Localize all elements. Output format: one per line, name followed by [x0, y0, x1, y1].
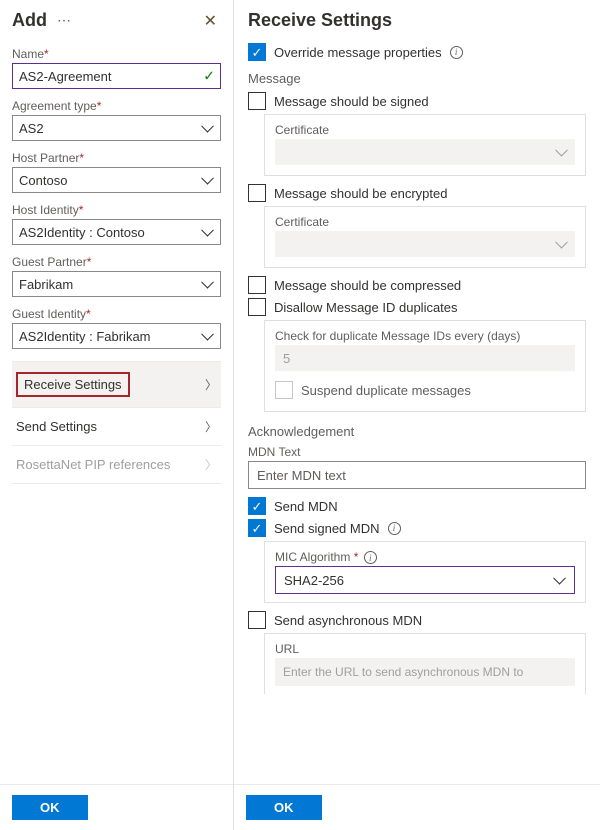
signed-cert-label: Certificate — [275, 123, 575, 137]
ack-section-label: Acknowledgement — [248, 424, 586, 439]
host-identity-label: Host Identity* — [12, 203, 221, 217]
host-identity-select[interactable]: AS2Identity : Contoso — [12, 219, 221, 245]
add-ok-button[interactable]: OK — [12, 795, 88, 820]
info-icon[interactable] — [450, 46, 463, 59]
encrypted-cert-select — [275, 231, 575, 257]
signed-label: Message should be signed — [274, 94, 429, 109]
chevron-right-icon: 〉 — [205, 418, 217, 435]
nav-send-label: Send Settings — [16, 419, 97, 434]
receive-panel-title: Receive Settings — [248, 10, 392, 31]
nav-receive-settings[interactable]: Receive Settings 〉 — [12, 361, 221, 407]
name-input[interactable] — [12, 63, 221, 89]
receive-settings-panel: Receive Settings Override message proper… — [234, 0, 600, 830]
signed-checkbox[interactable] — [248, 92, 266, 110]
message-section-label: Message — [248, 71, 586, 86]
send-signed-mdn-row: Send signed MDN — [248, 519, 586, 537]
dup-box: Check for duplicate Message IDs every (d… — [264, 320, 586, 412]
guest-identity-select[interactable]: AS2Identity : Fabrikam — [12, 323, 221, 349]
compressed-checkbox[interactable] — [248, 276, 266, 294]
disallow-dup-checkbox[interactable] — [248, 298, 266, 316]
send-async-label: Send asynchronous MDN — [274, 613, 422, 628]
guest-identity-field: Guest Identity* AS2Identity : Fabrikam — [12, 307, 221, 349]
signed-row: Message should be signed — [248, 92, 586, 110]
send-async-checkbox[interactable] — [248, 611, 266, 629]
override-label: Override message properties — [274, 45, 442, 60]
more-icon[interactable]: ⋯ — [57, 12, 71, 29]
guest-partner-select[interactable]: Fabrikam — [12, 271, 221, 297]
receive-panel-header: Receive Settings — [234, 0, 600, 39]
add-panel-body: Name* ✓ Agreement type* AS2 Host Partner… — [0, 35, 233, 784]
override-row: Override message properties — [248, 43, 586, 61]
host-partner-field: Host Partner* Contoso — [12, 151, 221, 193]
url-input: Enter the URL to send asynchronous MDN t… — [275, 658, 575, 686]
guest-partner-label: Guest Partner* — [12, 255, 221, 269]
signed-cert-select — [275, 139, 575, 165]
agreement-type-select[interactable]: AS2 — [12, 115, 221, 141]
receive-panel-body: Override message properties Message Mess… — [234, 39, 600, 784]
suspend-label: Suspend duplicate messages — [301, 383, 471, 398]
settings-nav: Receive Settings 〉 Send Settings 〉 Roset… — [12, 361, 221, 484]
suspend-checkbox — [275, 381, 293, 399]
compressed-row: Message should be compressed — [248, 276, 586, 294]
host-partner-select[interactable]: Contoso — [12, 167, 221, 193]
encrypted-cert-box: Certificate — [264, 206, 586, 268]
name-label: Name* — [12, 47, 221, 61]
guest-identity-label: Guest Identity* — [12, 307, 221, 321]
override-checkbox[interactable] — [248, 43, 266, 61]
nav-rosettanet: RosettaNet PIP references 〉 — [12, 445, 221, 484]
send-mdn-checkbox[interactable] — [248, 497, 266, 515]
guest-partner-field: Guest Partner* Fabrikam — [12, 255, 221, 297]
suspend-row: Suspend duplicate messages — [275, 381, 575, 399]
nav-rosetta-label: RosettaNet PIP references — [16, 457, 170, 472]
chevron-right-icon: 〉 — [205, 456, 217, 473]
send-async-row: Send asynchronous MDN — [248, 611, 586, 629]
disallow-dup-row: Disallow Message ID duplicates — [248, 298, 586, 316]
mdn-text-input[interactable] — [248, 461, 586, 489]
encrypted-checkbox[interactable] — [248, 184, 266, 202]
url-box: URL Enter the URL to send asynchronous M… — [264, 633, 586, 694]
mdn-text-label: MDN Text — [248, 445, 586, 459]
encrypted-row: Message should be encrypted — [248, 184, 586, 202]
encrypted-label: Message should be encrypted — [274, 186, 447, 201]
send-mdn-row: Send MDN — [248, 497, 586, 515]
send-signed-mdn-label: Send signed MDN — [274, 521, 380, 536]
add-panel: Add ⋯ ✕ Name* ✓ Agreement type* AS2 Host… — [0, 0, 234, 830]
send-mdn-label: Send MDN — [274, 499, 338, 514]
check-dup-value: 5 — [275, 345, 575, 371]
host-partner-label: Host Partner* — [12, 151, 221, 165]
name-field: Name* ✓ — [12, 47, 221, 89]
add-panel-footer: OK — [0, 784, 233, 830]
mic-algorithm-select[interactable]: SHA2-256 — [275, 566, 575, 594]
checkmark-icon: ✓ — [203, 68, 215, 85]
disallow-dup-label: Disallow Message ID duplicates — [274, 300, 458, 315]
host-identity-field: Host Identity* AS2Identity : Contoso — [12, 203, 221, 245]
url-label: URL — [275, 642, 575, 656]
nav-send-settings[interactable]: Send Settings 〉 — [12, 407, 221, 445]
encrypted-cert-label: Certificate — [275, 215, 575, 229]
agreement-type-field: Agreement type* AS2 — [12, 99, 221, 141]
mic-box: MIC Algorithm * SHA2-256 — [264, 541, 586, 603]
add-panel-title: Add — [12, 10, 47, 31]
receive-ok-button[interactable]: OK — [246, 795, 322, 820]
chevron-right-icon: 〉 — [205, 376, 217, 393]
signed-cert-box: Certificate — [264, 114, 586, 176]
info-icon[interactable] — [364, 551, 377, 564]
check-dup-label: Check for duplicate Message IDs every (d… — [275, 329, 575, 343]
info-icon[interactable] — [388, 522, 401, 535]
agreement-type-label: Agreement type* — [12, 99, 221, 113]
send-signed-mdn-checkbox[interactable] — [248, 519, 266, 537]
receive-panel-footer: OK — [234, 784, 600, 830]
mic-label: MIC Algorithm * — [275, 550, 575, 564]
close-icon[interactable]: ✕ — [200, 11, 221, 31]
compressed-label: Message should be compressed — [274, 278, 461, 293]
nav-receive-label: Receive Settings — [16, 372, 130, 397]
add-panel-header: Add ⋯ ✕ — [0, 0, 233, 35]
